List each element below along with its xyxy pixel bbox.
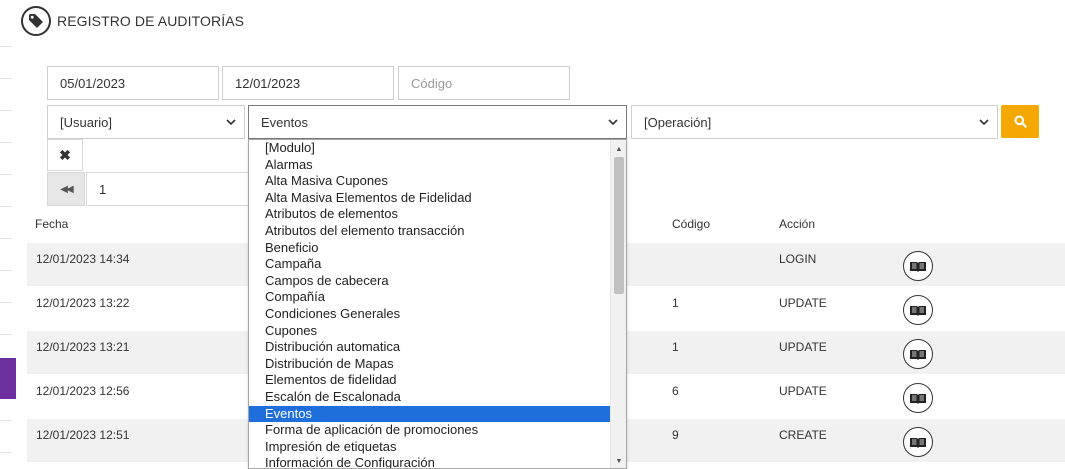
dropdown-option[interactable]: [Modulo] <box>249 140 610 157</box>
page-title: REGISTRO DE AUDITORÍAS <box>57 13 245 29</box>
module-select-value: Eventos <box>261 114 308 130</box>
operation-select-value: [Operación] <box>644 114 712 130</box>
page-number-input[interactable]: 1 <box>86 172 256 206</box>
dropdown-option[interactable]: Beneficio <box>249 240 610 257</box>
column-header-fecha: Fecha <box>35 217 69 231</box>
cell-codigo: 6 <box>672 384 679 398</box>
dropdown-option[interactable]: Atributos del elemento transacción <box>249 223 610 240</box>
scroll-down-arrow-icon[interactable]: ▼ <box>611 454 626 468</box>
scroll-thumb[interactable] <box>614 157 624 294</box>
cell-accion: UPDATE <box>779 296 827 310</box>
dropdown-option[interactable]: Elementos de fidelidad <box>249 372 610 389</box>
dropdown-option[interactable]: Escalón de Escalonada <box>249 389 610 406</box>
cell-accion: UPDATE <box>779 384 827 398</box>
book-icon <box>910 393 926 404</box>
search-button[interactable] <box>1001 105 1039 138</box>
date-to-input[interactable]: 12/01/2023 <box>222 66 394 100</box>
module-select[interactable]: Eventos <box>248 105 627 139</box>
dropdown-option[interactable]: Compañía <box>249 289 610 306</box>
chevron-down-icon <box>226 119 236 125</box>
dropdown-option-selected[interactable]: Eventos <box>249 405 610 423</box>
dropdown-option[interactable]: Campos de cabecera <box>249 273 610 290</box>
user-select[interactable]: [Usuario] <box>47 105 245 139</box>
cell-codigo: 1 <box>672 340 679 354</box>
scroll-up-arrow-icon[interactable]: ▲ <box>611 142 626 156</box>
column-header-accion: Acción <box>779 217 816 231</box>
cell-fecha: 12/01/2023 14:34 <box>36 252 130 266</box>
dropdown-option[interactable]: Condiciones Generales <box>249 306 610 323</box>
dropdown-option[interactable]: Atributos de elementos <box>249 206 610 223</box>
cell-accion: CREATE <box>779 428 827 442</box>
view-detail-button[interactable] <box>903 339 933 369</box>
cell-fecha: 12/01/2023 12:56 <box>36 384 130 398</box>
view-detail-button[interactable] <box>903 295 933 325</box>
dropdown-scrollbar[interactable]: ▲ ▼ <box>610 140 626 468</box>
module-dropdown-list[interactable]: [Modulo] Alarmas Alta Masiva Cupones Alt… <box>248 139 627 469</box>
cell-accion: UPDATE <box>779 340 827 354</box>
chevron-down-icon <box>608 119 618 125</box>
dropdown-option[interactable]: Distribución de Mapas <box>249 356 610 373</box>
dropdown-option[interactable]: Distribución automatica <box>249 339 610 356</box>
dropdown-option[interactable]: Alarmas <box>249 157 610 174</box>
book-icon <box>910 305 926 316</box>
book-icon <box>910 261 926 272</box>
book-icon <box>910 437 926 448</box>
column-header-codigo: Código <box>672 217 711 231</box>
cell-fecha: 12/01/2023 13:21 <box>36 340 130 354</box>
cell-fecha: 12/01/2023 12:51 <box>36 428 130 442</box>
book-icon <box>910 349 926 360</box>
cell-accion: LOGIN <box>779 252 817 266</box>
dropdown-option[interactable]: Cupones <box>249 323 610 340</box>
sidebar-active-item[interactable] <box>0 358 16 399</box>
dropdown-option[interactable]: Campaña <box>249 256 610 273</box>
operation-select[interactable]: [Operación] <box>631 105 998 139</box>
search-icon <box>1014 115 1027 128</box>
view-detail-button[interactable] <box>903 383 933 413</box>
cell-fecha: 12/01/2023 13:22 <box>36 296 130 310</box>
dropdown-option[interactable]: Forma de aplicación de promociones <box>249 422 610 439</box>
chevron-down-icon <box>979 119 989 125</box>
dropdown-option[interactable]: Información de Configuración <box>249 455 610 468</box>
view-detail-button[interactable] <box>903 427 933 457</box>
cell-codigo: 9 <box>672 428 679 442</box>
first-page-button[interactable]: ◀◀ <box>47 172 85 206</box>
dropdown-option[interactable]: Alta Masiva Elementos de Fidelidad <box>249 190 610 207</box>
tag-icon <box>21 6 51 36</box>
view-detail-button[interactable] <box>903 251 933 281</box>
user-select-value: [Usuario] <box>60 114 113 130</box>
clear-filters-button[interactable]: ✖ <box>47 139 83 171</box>
date-from-input[interactable]: 05/01/2023 <box>47 66 219 100</box>
cell-codigo: 1 <box>672 296 679 310</box>
code-input[interactable]: Código <box>398 66 570 100</box>
dropdown-option[interactable]: Impresión de etiquetas <box>249 439 610 456</box>
dropdown-option[interactable]: Alta Masiva Cupones <box>249 173 610 190</box>
